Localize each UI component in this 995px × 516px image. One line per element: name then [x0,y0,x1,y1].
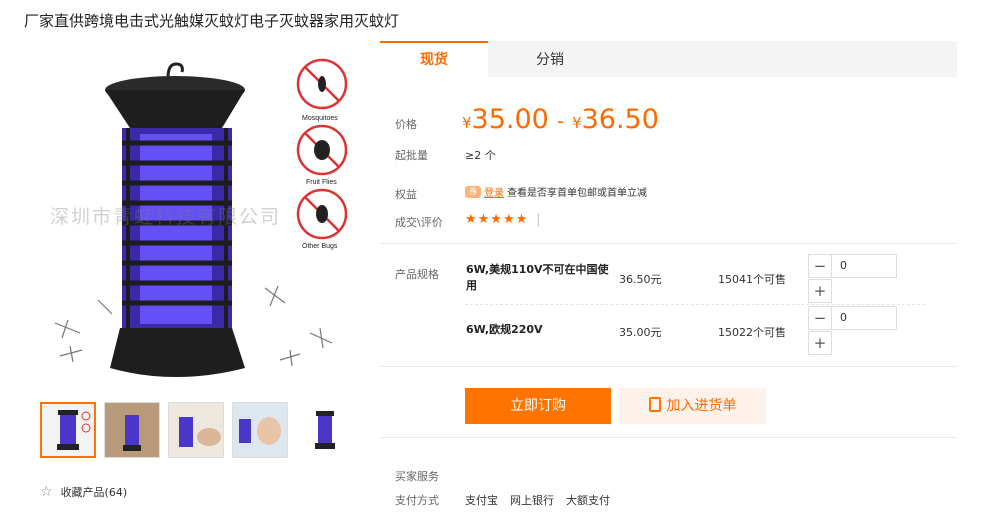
rating-stars[interactable]: ★★★★★ | [465,212,542,227]
quantity-input-2[interactable]: 0 [831,306,897,330]
buyer-service-label: 买家服务 [395,470,439,483]
product-title: 厂家直供跨境电击式光触媒灭蚊灯电子灭蚊器家用灭蚊灯 [24,12,400,30]
label-mosquitoes: Mosquitoes [302,115,338,122]
favorite-product[interactable]: ☆ 收藏产品(64) [40,484,127,500]
payment-online-bank: 网上银行 [510,494,554,507]
label-other-bugs: Other Bugs [302,243,338,250]
login-link[interactable]: 登录 [484,184,504,199]
purchase-tabs: 现货 分销 [380,41,957,77]
payment-label: 支付方式 [395,494,439,507]
coupon-icon: 券 [465,185,481,198]
clipboard-icon [648,397,661,412]
tab-spot[interactable]: 现货 [380,41,488,77]
spec-name-2: 6W,欧规220V [466,323,543,336]
benefits-label: 权益 [395,188,417,201]
plus-button-2[interactable]: + [808,331,832,355]
spec-price-2: 35.00元 [619,326,662,339]
moq-label: 起批量 [395,149,428,162]
add-to-cart-label: 加入进货单 [666,398,737,414]
divider-3 [380,437,957,438]
label-fruit-flies: Fruit Flies [306,179,337,186]
spec-price-1: 36.50元 [619,273,662,286]
price-range: ¥35.00- ¥36.50 [462,104,659,135]
divider-2 [380,366,957,367]
thumbnail-2[interactable] [104,402,160,458]
minus-button-2[interactable]: − [808,306,832,330]
price-label: 价格 [395,118,417,131]
add-to-cart-button[interactable]: 加入进货单 [619,388,766,424]
thumbnail-4[interactable] [232,402,288,458]
star-outline-icon: ☆ [40,484,53,500]
specs-label: 产品规格 [395,268,439,281]
star-rating: ★★★★★ [465,212,529,227]
buy-now-button[interactable]: 立即订购 [465,388,611,424]
thumbnail-strip [40,402,352,458]
image-watermark: 深圳市青蛙科技有限公司 [50,206,282,228]
payment-large-amount: 大额支付 [566,494,610,507]
spec-stock-2: 15022个可售 [718,326,786,339]
tab-distribution[interactable]: 分销 [488,41,612,77]
thumbnail-3[interactable] [168,402,224,458]
payment-alipay: 支付宝 [465,494,498,507]
spec-stock-1: 15041个可售 [718,273,786,286]
plus-button-1[interactable]: + [808,279,832,303]
benefits-text: 查看是否享首单包邮或首单立减 [507,188,647,199]
thumbnail-1[interactable] [40,402,96,458]
payment-methods: 支付宝 网上银行 大额支付 [465,492,610,508]
price-low: 35.00 [471,104,549,135]
quantity-input-1[interactable]: 0 [831,254,897,278]
price-separator: - [556,109,565,133]
moq-value: ≥2 个 [465,149,496,162]
minus-button-1[interactable]: − [808,254,832,278]
spec-divider [465,304,925,305]
benefits-row: 券 登录 查看是否享首单包邮或首单立减 [465,184,647,199]
thumbnail-5[interactable] [296,402,352,458]
rating-divider: | [536,212,542,227]
favorite-label: 收藏产品(64) [60,486,128,499]
spec-name-1: 6W,美规110V不可在中国使用 [466,263,609,292]
reviews-label: 成交\评价 [395,216,443,229]
currency-symbol-2: ¥ [572,114,582,132]
currency-symbol: ¥ [462,114,472,132]
price-high: 36.50 [581,104,659,135]
divider [380,243,957,244]
